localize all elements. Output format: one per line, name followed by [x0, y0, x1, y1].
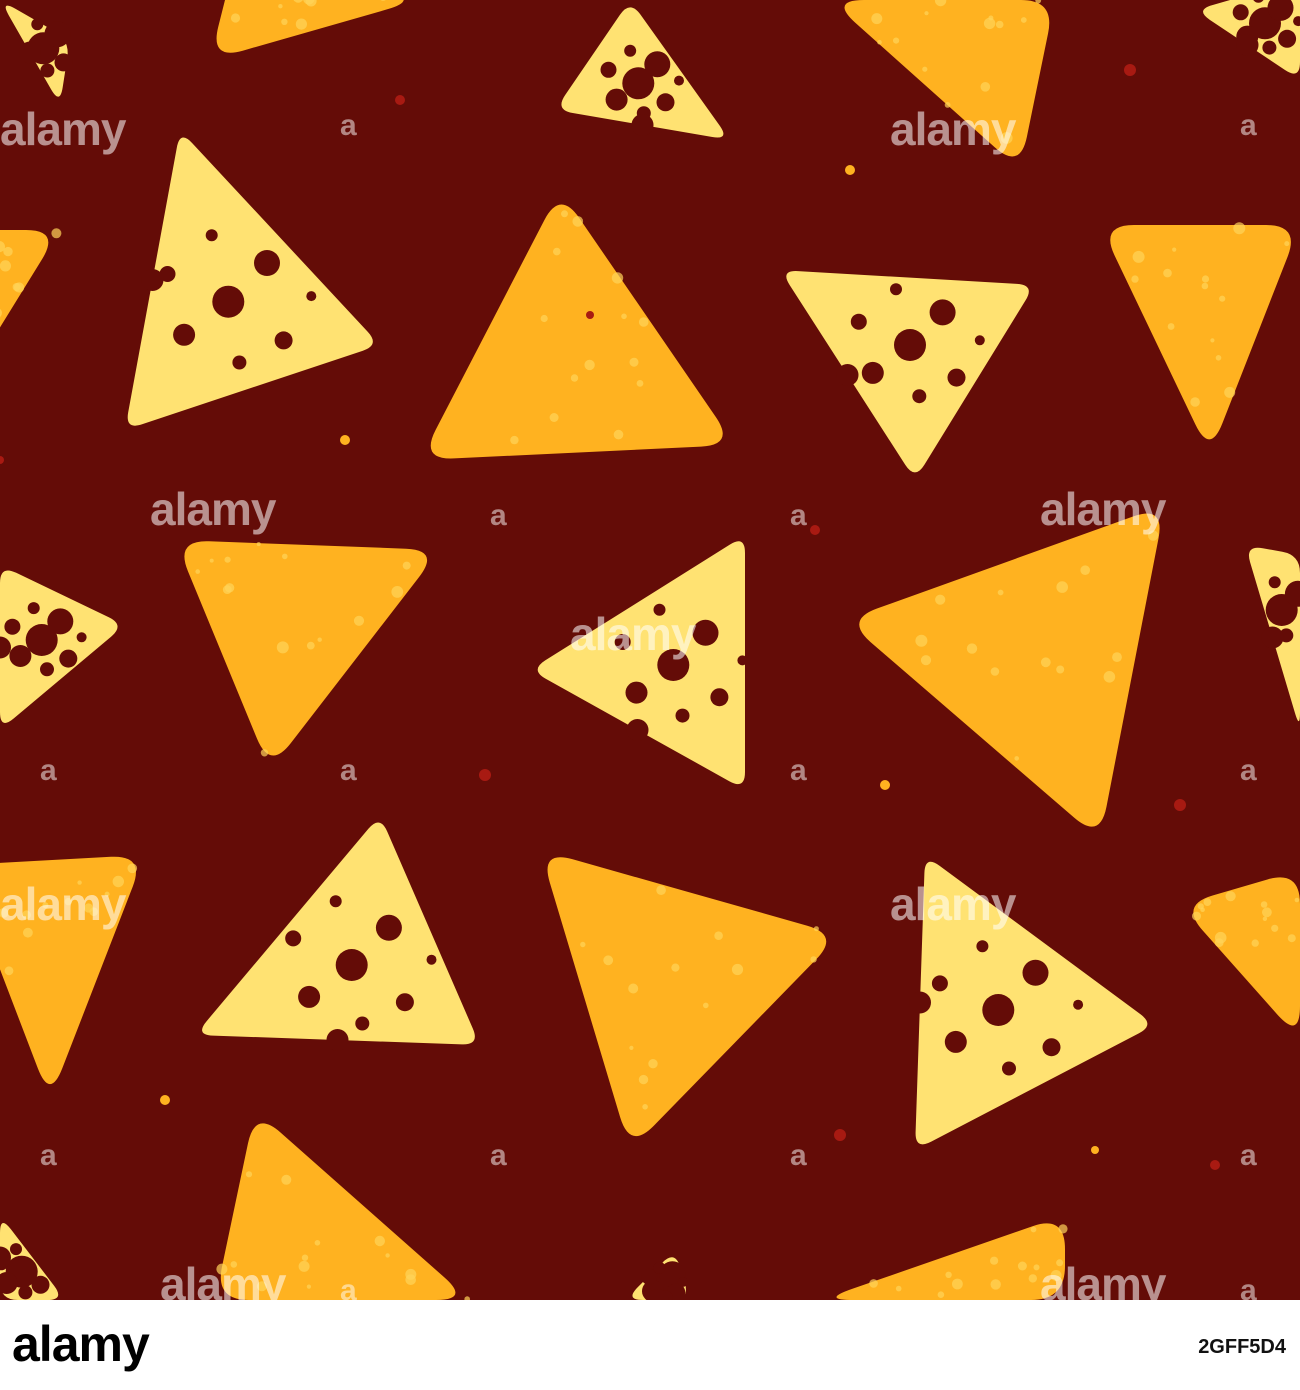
crumb-1	[395, 95, 405, 105]
watermark-4: alamy	[890, 103, 1017, 155]
watermark-mark-9: a	[490, 1139, 507, 1172]
crumb-6	[479, 769, 491, 781]
footer-bar: alamy 2GFF5D4	[0, 1300, 1300, 1390]
watermark-mark-14: a	[1240, 1274, 1257, 1300]
watermark-mark-13: a	[340, 1274, 357, 1300]
watermark-3: alamy	[570, 608, 697, 660]
watermark-8: alamy	[160, 1258, 287, 1300]
watermark-mark-1: a	[340, 109, 357, 142]
watermark-6: alamy	[0, 878, 127, 930]
watermark-5: alamy	[1040, 483, 1167, 535]
crumb-7	[810, 525, 820, 535]
crumb-9	[1174, 799, 1186, 811]
crumb-4	[340, 435, 350, 445]
watermark-mark-7: a	[790, 754, 807, 787]
footer-logo: alamy	[12, 1316, 150, 1372]
watermark-mark-2: a	[1240, 109, 1257, 142]
watermark-mark-6: a	[340, 754, 357, 787]
crumb-11	[834, 1129, 846, 1141]
watermark-mark-12: a	[1240, 1139, 1257, 1172]
crumb-13	[1210, 1160, 1220, 1170]
watermark-2: alamy	[150, 483, 277, 535]
watermark-mark-5: a	[40, 754, 57, 787]
crumb-8	[880, 780, 890, 790]
nacho-cheese-pattern: alamy alamy alamy alamy alamy alamy alamy alamy…	[0, 0, 1300, 1300]
watermark-mark-4: a	[790, 499, 807, 532]
crumb-14	[586, 311, 594, 319]
crumb-2	[845, 165, 855, 175]
watermark-mark-11: a	[40, 1139, 57, 1172]
image-id: 2GFF5D4	[1198, 1336, 1286, 1358]
crumb-12	[1091, 1146, 1099, 1154]
crumb-10	[160, 1095, 170, 1105]
watermark-7: alamy	[890, 878, 1017, 930]
watermark-mark-10: a	[790, 1139, 807, 1172]
watermark-mark-3: a	[490, 499, 507, 532]
watermark-mark-8: a	[1240, 754, 1257, 787]
watermark-1: alamy	[0, 103, 127, 155]
watermark-9: alamy	[1040, 1258, 1167, 1300]
crumb-3	[1124, 64, 1136, 76]
